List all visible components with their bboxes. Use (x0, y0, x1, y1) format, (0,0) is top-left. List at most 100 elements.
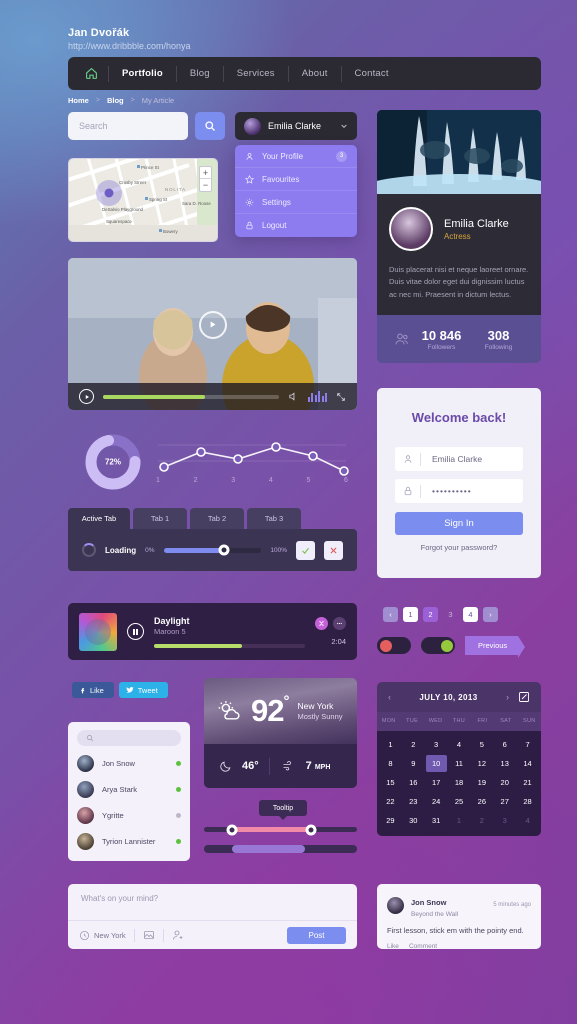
calendar-day[interactable]: 29 (380, 812, 401, 829)
tab-active[interactable]: Active Tab (68, 508, 130, 529)
pagination-page-2[interactable]: 2 (423, 607, 438, 622)
calendar-prev-button[interactable]: ‹ (388, 692, 391, 702)
facebook-like-button[interactable]: Like (72, 682, 114, 698)
video-play-button[interactable] (79, 389, 94, 404)
dropdown-item-favourites[interactable]: Favourites (235, 168, 357, 191)
nav-item-services[interactable]: Services (224, 57, 288, 90)
previous-button[interactable]: Previous (465, 636, 526, 658)
calendar-day[interactable]: 20 (494, 774, 515, 791)
map-zoom-in-button[interactable]: + (200, 167, 211, 179)
tag-person-icon[interactable] (172, 929, 184, 941)
pause-button[interactable] (127, 623, 144, 640)
calendar-next-button[interactable]: › (506, 692, 509, 702)
video-player[interactable] (68, 258, 357, 410)
calendar-day[interactable]: 4 (449, 736, 470, 753)
composer-location[interactable]: New York (79, 930, 126, 941)
map-widget[interactable]: Prince St Crosby Street Spring St NOLITA… (68, 158, 218, 242)
calendar-day[interactable]: 2 (403, 736, 424, 753)
calendar-day[interactable]: 17 (426, 774, 447, 791)
password-field[interactable]: •••••••••• (395, 479, 523, 503)
calendar-day[interactable]: 23 (403, 793, 424, 810)
toggle-on[interactable] (421, 637, 455, 654)
calendar-day[interactable]: 2 (471, 812, 492, 829)
tab-1[interactable]: Tab 1 (133, 508, 187, 529)
calendar-day[interactable]: 22 (380, 793, 401, 810)
calendar-day-selected[interactable]: 10 (425, 755, 447, 772)
contacts-search-input[interactable] (77, 730, 181, 746)
list-item[interactable]: Tyrion Lannister (77, 833, 181, 850)
toggle-off[interactable] (377, 637, 411, 654)
shuffle-icon[interactable] (315, 617, 328, 630)
slider-handle[interactable] (218, 544, 230, 556)
calendar-day[interactable]: 3 (494, 812, 515, 829)
equalizer-icon[interactable] (307, 391, 327, 402)
sign-in-button[interactable]: Sign In (395, 512, 523, 535)
calendar-day[interactable]: 25 (449, 793, 470, 810)
calendar-day[interactable]: 5 (471, 736, 492, 753)
calendar-day[interactable]: 11 (449, 755, 470, 772)
calendar-day[interactable]: 30 (403, 812, 424, 829)
calendar-day[interactable]: 18 (449, 774, 470, 791)
calendar-day[interactable]: 3 (426, 736, 447, 753)
cancel-button[interactable] (324, 540, 343, 560)
image-icon[interactable] (143, 929, 155, 941)
calendar-day[interactable]: 6 (494, 736, 515, 753)
range-handle-left[interactable] (226, 824, 238, 835)
music-progress-bar[interactable] (154, 643, 305, 648)
search-input[interactable]: Search (68, 112, 188, 140)
confirm-button[interactable] (296, 540, 315, 560)
breadcrumb-item-blog[interactable]: Blog (107, 96, 124, 105)
composer-textarea[interactable]: What's on your mind? (68, 884, 357, 920)
calendar-day[interactable]: 4 (517, 812, 538, 829)
nav-item-about[interactable]: About (289, 57, 341, 90)
loading-slider[interactable] (163, 544, 262, 556)
calendar-day[interactable]: 12 (471, 755, 492, 772)
more-icon[interactable] (333, 617, 346, 630)
list-item[interactable]: Ygritte (77, 807, 181, 824)
twitter-tweet-button[interactable]: Tweet (118, 682, 168, 698)
list-item[interactable]: Jon Snow (77, 755, 181, 772)
range-slider[interactable] (204, 824, 357, 835)
breadcrumb-item-home[interactable]: Home (68, 96, 89, 105)
author-url[interactable]: http://www.dribbble.com/honya (68, 41, 191, 51)
map-zoom-controls[interactable]: + − (199, 166, 212, 192)
nav-item-contact[interactable]: Contact (342, 57, 402, 90)
calendar-day[interactable]: 26 (471, 793, 492, 810)
volume-icon[interactable] (288, 391, 299, 402)
map-zoom-out-button[interactable]: − (200, 179, 211, 191)
video-progress-bar[interactable] (103, 394, 279, 399)
username-field[interactable]: Emilia Clarke (395, 447, 523, 471)
user-select[interactable]: Emilia Clarke (235, 112, 357, 140)
calendar-day[interactable]: 7 (517, 736, 538, 753)
range-handle-right[interactable] (305, 824, 317, 835)
calendar-day[interactable]: 24 (426, 793, 447, 810)
list-item[interactable]: Arya Stark (77, 781, 181, 798)
comment-like-action[interactable]: Like (387, 943, 399, 950)
calendar-day[interactable]: 14 (517, 755, 538, 772)
post-button[interactable]: Post (287, 926, 346, 944)
comment-comment-action[interactable]: Comment (409, 943, 437, 950)
calendar-day[interactable]: 19 (471, 774, 492, 791)
calendar-day[interactable]: 31 (426, 812, 447, 829)
calendar-day[interactable]: 27 (494, 793, 515, 810)
calendar-day[interactable]: 1 (380, 736, 401, 753)
search-button[interactable] (195, 112, 225, 140)
calendar-day[interactable]: 16 (403, 774, 424, 791)
edit-icon[interactable] (518, 691, 530, 703)
dropdown-item-settings[interactable]: Settings (235, 191, 357, 214)
pagination-next-button[interactable]: › (483, 607, 498, 622)
pagination-prev-button[interactable]: ‹ (383, 607, 398, 622)
home-icon[interactable] (74, 57, 108, 90)
pagination-page-4[interactable]: 4 (463, 607, 478, 622)
fullscreen-icon[interactable] (336, 392, 346, 402)
forgot-password-link[interactable]: Forgot your password? (395, 543, 523, 552)
calendar-day[interactable]: 9 (403, 755, 424, 772)
calendar-day[interactable]: 21 (517, 774, 538, 791)
calendar-day[interactable]: 15 (380, 774, 401, 791)
calendar-day[interactable]: 28 (517, 793, 538, 810)
nav-item-blog[interactable]: Blog (177, 57, 223, 90)
pagination-page-3[interactable]: 3 (443, 607, 458, 622)
nav-item-portfolio[interactable]: Portfolio (109, 57, 176, 90)
pagination-page-1[interactable]: 1 (403, 607, 418, 622)
calendar-day[interactable]: 8 (380, 755, 401, 772)
